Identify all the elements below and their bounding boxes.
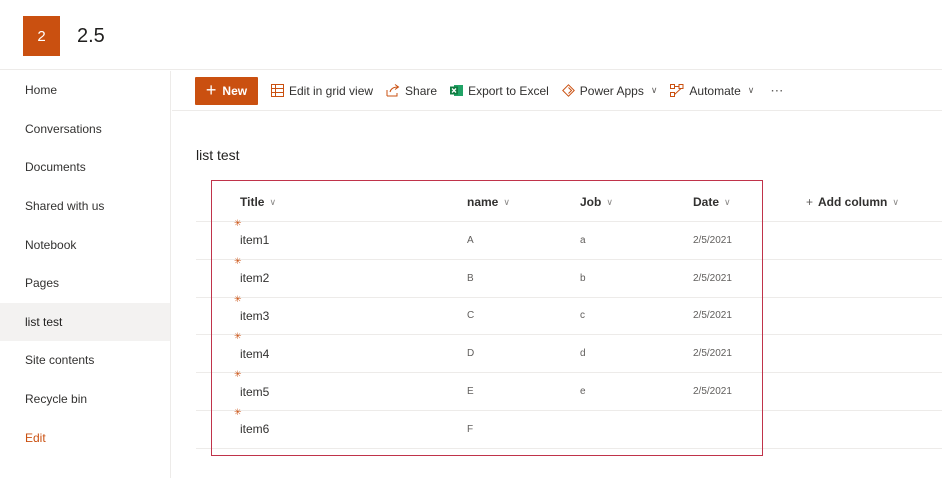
power-apps-icon (561, 84, 575, 97)
add-column-label: Add column (818, 195, 888, 209)
nav-item-recycle-bin[interactable]: Recycle bin (0, 380, 170, 419)
site-header: 2 2.5 (0, 0, 942, 70)
power-apps-label: Power Apps (579, 83, 644, 98)
more-options-button[interactable]: ⋯ (770, 83, 784, 99)
new-button[interactable]: + New (195, 76, 258, 105)
nav-edit-link[interactable]: Edit (0, 418, 170, 457)
table-row[interactable]: ✳ item5 E e 2/5/2021 (196, 369, 942, 411)
cell-job: d (580, 348, 586, 360)
column-header-job[interactable]: Job ∨ (580, 183, 613, 221)
plus-icon: + (806, 195, 814, 209)
table-row[interactable]: ✳ item6 F (196, 407, 942, 449)
cell-job: b (580, 272, 586, 284)
item-title: item6 (240, 422, 270, 437)
excel-icon (450, 84, 464, 97)
item-title-link[interactable]: ✳ item3 (234, 294, 942, 335)
export-excel-label: Export to Excel (468, 83, 549, 98)
nav-item-documents[interactable]: Documents (0, 148, 170, 187)
left-nav: Home Conversations Documents Shared with… (0, 71, 171, 478)
list-title: list test (196, 147, 240, 163)
cell-date: 2/5/2021 (693, 348, 732, 360)
item-title: item1 (240, 233, 270, 248)
column-header-name-label: name (467, 195, 499, 209)
new-item-icon: ✳ (234, 218, 242, 228)
item-title-link[interactable]: ✳ item4 (234, 331, 942, 372)
automate-icon (670, 84, 684, 97)
chevron-down-icon: ∨ (892, 196, 899, 207)
table-row[interactable]: ✳ item2 B b 2/5/2021 (196, 256, 942, 298)
add-column-button[interactable]: + Add column ∨ (806, 183, 899, 221)
table-row[interactable]: ✳ item4 D d 2/5/2021 (196, 331, 942, 374)
new-item-icon: ✳ (234, 406, 242, 417)
item-title-link[interactable]: ✳ item1 (234, 218, 942, 259)
column-header-date-label: Date (693, 195, 720, 209)
cell-job: c (580, 310, 585, 322)
cell-job: a (580, 234, 586, 246)
column-header-title[interactable]: Title ∨ (240, 183, 276, 221)
new-item-icon: ✳ (234, 369, 242, 380)
cell-name: B (467, 272, 474, 284)
item-title-link[interactable]: ✳ item2 (234, 256, 942, 297)
export-excel-button[interactable]: Export to Excel (450, 84, 549, 98)
nav-item-conversations[interactable]: Conversations (0, 110, 170, 149)
item-title: item4 (240, 346, 270, 361)
column-header-job-label: Job (580, 195, 602, 209)
item-title: item3 (240, 308, 270, 323)
column-header-row: Title ∨ name ∨ Job ∨ Date ∨ + Add column… (196, 183, 942, 222)
nav-item-home[interactable]: Home (0, 71, 170, 110)
chevron-down-icon: ∨ (503, 196, 510, 207)
nav-item-shared-with-us[interactable]: Shared with us (0, 187, 170, 226)
cell-date: 2/5/2021 (693, 272, 732, 284)
nav-item-notebook[interactable]: Notebook (0, 225, 170, 264)
new-item-icon: ✳ (234, 255, 242, 266)
column-header-name[interactable]: name ∨ (467, 183, 510, 221)
cell-name: D (467, 348, 475, 360)
new-button-label: New (222, 83, 248, 98)
power-apps-button[interactable]: Power Apps ∨ (561, 83, 658, 98)
cell-date: 2/5/2021 (693, 234, 732, 246)
cell-name: C (467, 310, 475, 322)
item-title-link[interactable]: ✳ item6 (234, 407, 942, 448)
nav-item-pages[interactable]: Pages (0, 264, 170, 303)
table-row[interactable]: ✳ item3 C c 2/5/2021 (196, 294, 942, 336)
item-title-link[interactable]: ✳ item5 (234, 369, 942, 410)
cell-name: A (467, 234, 474, 246)
share-icon (386, 84, 400, 97)
nav-item-site-contents[interactable]: Site contents (0, 341, 170, 380)
chevron-down-icon: ∨ (724, 196, 731, 207)
column-header-date[interactable]: Date ∨ (693, 183, 731, 221)
new-item-icon: ✳ (234, 293, 242, 304)
site-title[interactable]: 2.5 (77, 25, 105, 48)
cell-date: 2/5/2021 (693, 310, 732, 322)
column-header-title-label: Title (240, 195, 265, 209)
table-row[interactable]: ✳ item1 A a 2/5/2021 (196, 218, 942, 260)
cell-job: e (580, 386, 586, 398)
grid-icon (271, 84, 284, 97)
automate-label: Automate (689, 83, 741, 98)
chevron-down-icon: ∨ (650, 85, 658, 95)
cell-date: 2/5/2021 (693, 386, 732, 398)
nav-item-list-test[interactable]: list test (0, 302, 170, 342)
cell-name: F (467, 423, 474, 435)
edit-grid-view-button[interactable]: Edit in grid view (271, 84, 373, 98)
site-logo[interactable]: 2 (23, 16, 60, 56)
chevron-down-icon: ∨ (747, 85, 755, 95)
list-grid: Title ∨ name ∨ Job ∨ Date ∨ + Add column… (196, 183, 942, 449)
item-title: item5 (240, 384, 270, 399)
chevron-down-icon: ∨ (269, 196, 277, 207)
item-title: item2 (240, 271, 270, 286)
edit-grid-view-label: Edit in grid view (289, 83, 374, 98)
share-button[interactable]: Share (386, 84, 437, 98)
command-bar: + New Edit in grid view Share Export to … (172, 71, 942, 111)
chevron-down-icon: ∨ (606, 196, 613, 207)
new-item-icon: ✳ (234, 331, 242, 342)
cell-name: E (467, 386, 474, 398)
automate-button[interactable]: Automate ∨ (670, 84, 754, 98)
share-label: Share (405, 83, 438, 98)
plus-icon: + (205, 79, 217, 100)
